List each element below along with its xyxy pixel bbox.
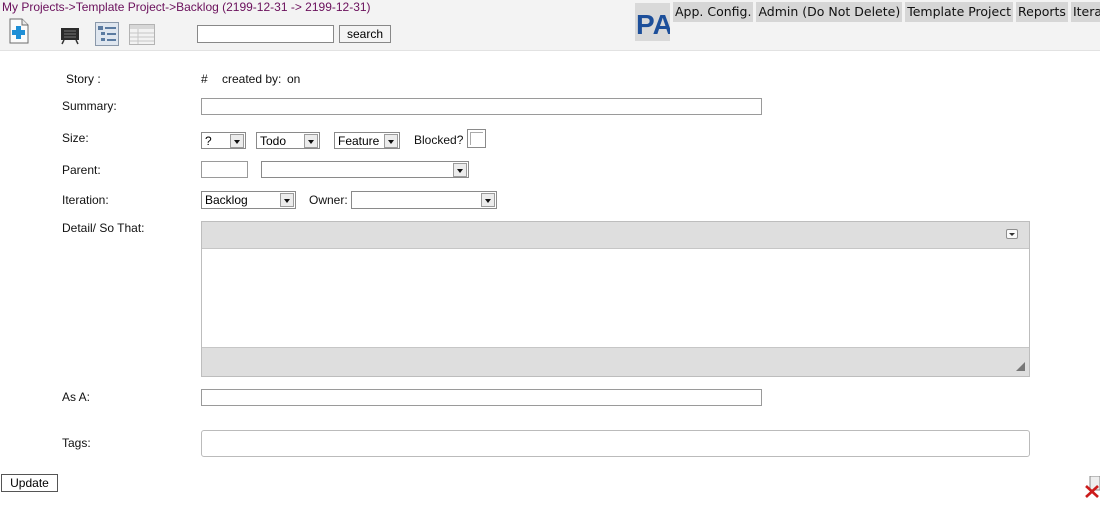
nav-admin[interactable]: Admin (Do Not Delete) (756, 2, 903, 22)
chevron-down-icon (453, 163, 467, 177)
breadcrumb-my-projects[interactable]: My Projects (2, 0, 65, 14)
editor-statusbar (202, 347, 1029, 376)
created-on-label: on (287, 72, 301, 86)
blocked-label: Blocked? (414, 133, 464, 147)
delete-icon[interactable] (1084, 475, 1100, 498)
search-button[interactable]: search (339, 25, 391, 43)
parent-id-input[interactable] (201, 161, 248, 178)
chevron-down-icon (280, 193, 294, 207)
iteration-select[interactable]: Backlog (201, 191, 296, 209)
parent-label: Parent: (62, 163, 101, 177)
nav-template-project[interactable]: Template Project (905, 2, 1013, 22)
top-navigation: App. Config. Admin (Do Not Delete) Templ… (673, 2, 1100, 22)
breadcrumb-project[interactable]: Template Project (76, 0, 165, 14)
created-by-label: created by: (222, 72, 282, 86)
chevron-down-icon (230, 134, 244, 148)
update-button[interactable]: Update (1, 474, 58, 492)
blocked-checkbox[interactable] (467, 129, 486, 148)
iteration-select-value: Backlog (205, 193, 248, 207)
resize-handle-icon[interactable] (1016, 362, 1025, 371)
size-select[interactable]: ? (201, 132, 246, 149)
size-select-value: ? (205, 134, 212, 148)
storyboard-icon[interactable] (60, 25, 80, 45)
detail-label: Detail/ So That: (62, 221, 145, 235)
nav-reports[interactable]: Reports (1016, 2, 1068, 22)
chevron-down-icon (304, 134, 318, 148)
chevron-down-icon (384, 134, 398, 148)
breadcrumb-separator: -> (165, 0, 177, 14)
breadcrumb-current[interactable]: Backlog (2199-12-31 -> 2199-12-31) (176, 0, 370, 14)
add-story-icon[interactable] (8, 18, 30, 44)
breadcrumb-separator: -> (64, 0, 76, 14)
logo-text: PA (636, 9, 670, 40)
table-view-icon[interactable] (129, 24, 155, 45)
status-select-value: Todo (260, 134, 287, 148)
tags-input[interactable] (201, 430, 1030, 457)
story-label: Story : (66, 72, 101, 86)
as-a-input[interactable] (201, 389, 762, 406)
parent-select[interactable] (261, 161, 469, 178)
type-select-value: Feature (338, 134, 380, 148)
status-select[interactable]: Todo (256, 132, 320, 149)
pa-logo[interactable]: PA (635, 3, 673, 41)
as-a-label: As A: (62, 390, 91, 404)
summary-label: Summary: (62, 99, 117, 113)
search-input[interactable] (197, 25, 334, 43)
summary-input[interactable] (201, 98, 762, 115)
detail-editor[interactable] (201, 221, 1030, 377)
size-label: Size: (62, 131, 89, 145)
breadcrumb: My Projects->Template Project->Backlog (… (2, 0, 371, 14)
tags-label: Tags: (62, 436, 91, 450)
owner-select[interactable] (351, 191, 497, 209)
editor-menu-dropdown-icon[interactable] (1006, 229, 1018, 239)
owner-label: Owner: (309, 193, 348, 207)
iteration-label: Iteration: (62, 193, 109, 207)
story-number-prefix: # (201, 72, 208, 86)
type-select[interactable]: Feature (334, 132, 400, 149)
chevron-down-icon (481, 193, 495, 207)
editor-toolbar (202, 222, 1029, 249)
nav-iterations[interactable]: Iterations (1070, 2, 1100, 22)
tree-view-icon[interactable] (95, 22, 119, 46)
nav-app-config[interactable]: App. Config. (673, 2, 754, 22)
